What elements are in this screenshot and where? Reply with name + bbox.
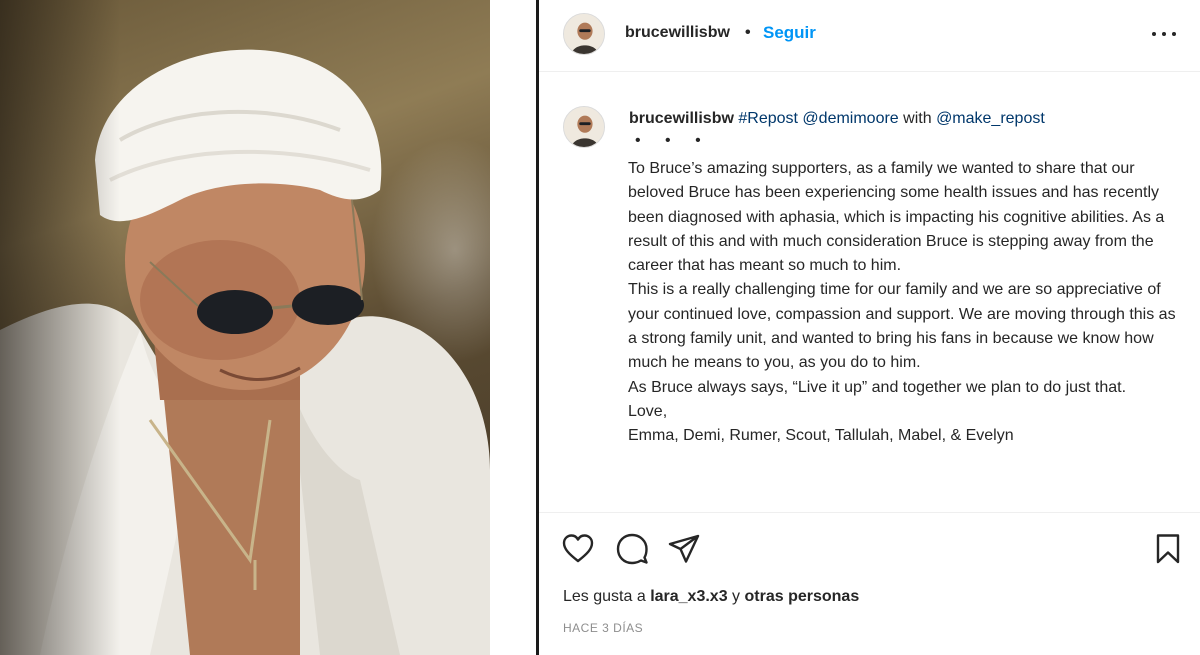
avatar-image xyxy=(564,14,604,54)
caption-paragraph: As Bruce always says, “Live it up” and t… xyxy=(628,378,1127,396)
with-text: with xyxy=(903,110,932,127)
comment-icon[interactable] xyxy=(615,532,649,566)
caption-text: To Bruce’s amazing supporters, as a fami… xyxy=(628,157,1188,449)
photo-shade xyxy=(0,0,120,655)
post-header: brucewillisbw • Seguir xyxy=(539,0,1200,72)
avatar-image xyxy=(564,107,604,147)
caption-header-line: brucewillisbw #Repost @demimoore with @m… xyxy=(629,109,1045,129)
paper-plane-icon[interactable] xyxy=(667,532,701,566)
mention-make-repost[interactable]: @make_repost xyxy=(936,110,1045,127)
likes-connector: y xyxy=(732,588,741,605)
likes-summary: Les gusta a lara_x3.x3 y otras personas xyxy=(563,588,859,606)
caption-avatar[interactable] xyxy=(563,106,605,148)
separator-dot: • xyxy=(745,24,751,41)
post-actions-bar xyxy=(539,528,1200,568)
hashtag-repost[interactable]: #Repost xyxy=(738,110,798,127)
caption-username[interactable]: brucewillisbw xyxy=(629,110,734,127)
post-photo[interactable] xyxy=(0,0,490,655)
likes-others-link[interactable]: otras personas xyxy=(745,588,860,605)
photo-gap xyxy=(490,0,536,655)
post-timestamp[interactable]: HACE 3 DÍAS xyxy=(563,621,643,635)
caption-area: brucewillisbw #Repost @demimoore with @m… xyxy=(539,73,1200,513)
post-side-panel: brucewillisbw • Seguir brucewillisbw #Re… xyxy=(539,0,1200,655)
liker-username[interactable]: lara_x3.x3 xyxy=(650,588,727,605)
follow-button[interactable]: Seguir xyxy=(763,23,816,43)
caption-paragraph: This is a really challenging time for ou… xyxy=(628,281,1176,372)
avatar[interactable] xyxy=(563,13,605,55)
bookmark-icon[interactable] xyxy=(1151,532,1185,566)
heart-icon[interactable] xyxy=(561,532,595,566)
likes-prefix: Les gusta a xyxy=(563,588,646,605)
more-options-icon[interactable] xyxy=(1149,22,1179,46)
post-author-username[interactable]: brucewillisbw xyxy=(625,24,730,42)
caption-dots: • • • xyxy=(635,132,711,149)
mention-demimoore[interactable]: @demimoore xyxy=(802,110,898,127)
caption-paragraph: Love, xyxy=(628,402,668,420)
caption-paragraph: To Bruce’s amazing supporters, as a fami… xyxy=(628,160,1165,275)
caption-paragraph: Emma, Demi, Rumer, Scout, Tallulah, Mabe… xyxy=(628,427,1014,445)
